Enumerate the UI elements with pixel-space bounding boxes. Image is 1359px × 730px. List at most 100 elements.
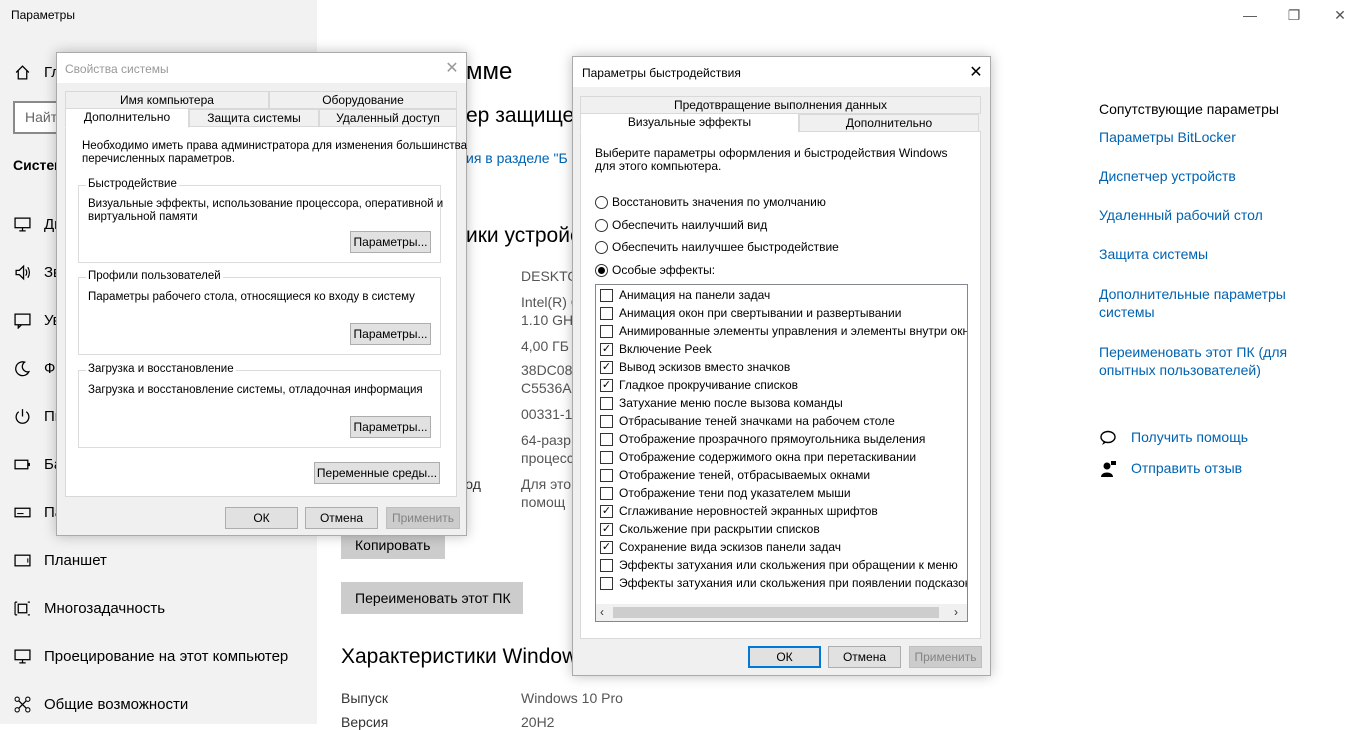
effect-item[interactable]: ✓ Гладкое прокручивание списков [600,376,798,394]
radio-option-3[interactable]: Особые эффекты: [595,263,715,277]
tab-remote[interactable]: Удаленный доступ [319,109,457,127]
spec-value: 38DC08 [521,362,573,378]
environment-variables-button[interactable]: Переменные среды... [314,462,440,484]
performance-settings-button[interactable]: Параметры... [350,231,431,253]
effect-item[interactable]: Отображение содержимого окна при перетас… [600,448,916,466]
app-title: Параметры [11,8,75,22]
apply-button[interactable]: Применить [386,507,460,529]
nav-item-7[interactable]: Планшет [12,549,107,571]
close-icon[interactable]: ✕ [441,57,463,79]
link-advanced-settings[interactable]: Дополнительные параметры [1099,285,1286,303]
checkbox[interactable]: ✓ [600,504,613,518]
checkbox[interactable] [600,396,613,410]
nav-item-8[interactable]: Многозадачность [12,597,165,619]
nav-item-1[interactable]: Зв [12,261,61,283]
restore-icon[interactable]: ❐ [1284,5,1304,25]
radio-button[interactable] [595,195,608,209]
scroll-left-icon[interactable]: ‹ [600,605,604,619]
cancel-button[interactable]: Отмена [305,507,378,529]
nav-item-5[interactable]: Ба [12,453,62,475]
radio-button[interactable] [595,218,608,232]
user-profiles-desc: Параметры рабочего стола, относящиеся ко… [88,291,415,303]
tab-advanced[interactable]: Дополнительно [799,114,979,132]
radio-button[interactable] [595,240,608,254]
close-icon[interactable]: ✕ [965,61,987,83]
effect-item[interactable]: Затухание меню после вызова команды [600,394,843,412]
radio-option-0[interactable]: Восстановить значения по умолчанию [595,195,826,209]
effect-item[interactable]: Отображение прозрачного прямоугольника в… [600,430,925,448]
tab-dep[interactable]: Предотвращение выполнения данных [580,96,981,114]
effect-item[interactable]: ✓ Сохранение вида эскизов панели задач [600,538,841,556]
scroll-right-icon[interactable]: › [954,605,958,619]
effect-item[interactable]: Эффекты затухания или скольжения при поя… [600,574,967,592]
radio-option-2[interactable]: Обеспечить наилучшее быстродействие [595,240,839,254]
nav-item-9[interactable]: Проецирование на этот компьютер [12,645,288,667]
effect-item[interactable]: Отображение тени под указателем мыши [600,484,851,502]
checkbox[interactable]: ✓ [600,522,613,536]
checkbox[interactable] [600,414,613,428]
checkbox[interactable]: ✓ [600,540,613,554]
effect-label: Отображение тени под указателем мыши [619,486,851,500]
feedback-icon [1099,460,1117,478]
tab-visual-effects[interactable]: Визуальные эффекты [580,113,799,133]
tab-computer-name[interactable]: Имя компьютера [65,91,269,109]
user-profiles-settings-button[interactable]: Параметры... [350,323,431,345]
checkbox[interactable]: ✓ [600,342,613,356]
checkbox[interactable] [600,576,613,590]
search-placeholder: Найт [25,109,58,125]
checkbox[interactable] [600,288,613,302]
tab-system-protection[interactable]: Защита системы [189,109,319,127]
radio-option-1[interactable]: Обеспечить наилучший вид [595,218,767,232]
checkbox[interactable]: ✓ [600,360,613,374]
link-system-protection[interactable]: Защита системы [1099,245,1208,263]
ok-button[interactable]: ОК [748,646,821,668]
checkbox[interactable] [600,432,613,446]
checkbox[interactable] [600,468,613,482]
effect-item[interactable]: Отображение теней, отбрасываемых окнами [600,466,870,484]
link-remote-desktop[interactable]: Удаленный рабочий стол [1099,206,1263,224]
rename-pc-button[interactable]: Переименовать этот ПК [341,582,523,614]
checkbox[interactable] [600,324,613,338]
nav-item-10[interactable]: Общие возможности [12,693,188,715]
tab-hardware[interactable]: Оборудование [269,91,457,109]
checkbox[interactable] [600,486,613,500]
focus-assist-icon [12,358,32,378]
checkbox[interactable] [600,306,613,320]
link-rename-pc-2[interactable]: опытных пользователей) [1099,361,1261,379]
checkbox[interactable] [600,450,613,464]
minimize-icon[interactable]: — [1240,5,1260,25]
effect-item[interactable]: ✓ Включение Peek [600,340,712,358]
tab-advanced[interactable]: Дополнительно [65,108,189,128]
ok-button[interactable]: ОК [225,507,298,529]
effect-label: Анимация окон при свертывании и разверты… [619,306,902,320]
effect-item[interactable]: Эффекты затухания или скольжения при обр… [600,556,958,574]
startup-recovery-settings-button[interactable]: Параметры... [350,416,431,438]
scroll-thumb[interactable] [613,607,939,618]
close-icon[interactable]: ✕ [1330,5,1350,25]
effect-label: Сглаживание неровностей экранных шрифтов [619,504,878,518]
effect-item[interactable]: Отбрасывание теней значками на рабочем с… [600,412,895,430]
nav-item-0[interactable]: Ди [12,213,63,235]
link-get-help[interactable]: Получить помощь [1131,428,1248,446]
effect-item[interactable]: ✓ Скольжение при раскрытии списков [600,520,820,538]
effect-item[interactable]: ✓ Вывод эскизов вместо значков [600,358,790,376]
bitlocker-link[interactable]: ия в разделе "Б [466,150,568,166]
link-bitlocker[interactable]: Параметры BitLocker [1099,128,1236,146]
link-send-feedback[interactable]: Отправить отзыв [1131,459,1242,477]
effects-list[interactable]: Анимация на панели задач Анимация окон пр… [595,284,968,622]
effect-item[interactable]: Анимированные элементы управления и элем… [600,322,967,340]
checkbox[interactable] [600,558,613,572]
link-rename-pc[interactable]: Переименовать этот ПК (для [1099,343,1287,361]
link-advanced-settings-2[interactable]: системы [1099,303,1155,321]
nav-home[interactable]: Гл [12,61,60,83]
checkbox[interactable]: ✓ [600,378,613,392]
cancel-button[interactable]: Отмена [828,646,901,668]
apply-button[interactable]: Применить [909,646,982,668]
nav-item-2[interactable]: Ув [12,309,61,331]
effect-item[interactable]: ✓ Сглаживание неровностей экранных шрифто… [600,502,878,520]
radio-button[interactable] [595,263,608,277]
effect-item[interactable]: Анимация на панели задач [600,286,770,304]
link-device-manager[interactable]: Диспетчер устройств [1099,167,1236,185]
horizontal-scrollbar[interactable]: ‹ › [596,604,967,621]
effect-item[interactable]: Анимация окон при свертывании и разверты… [600,304,901,322]
